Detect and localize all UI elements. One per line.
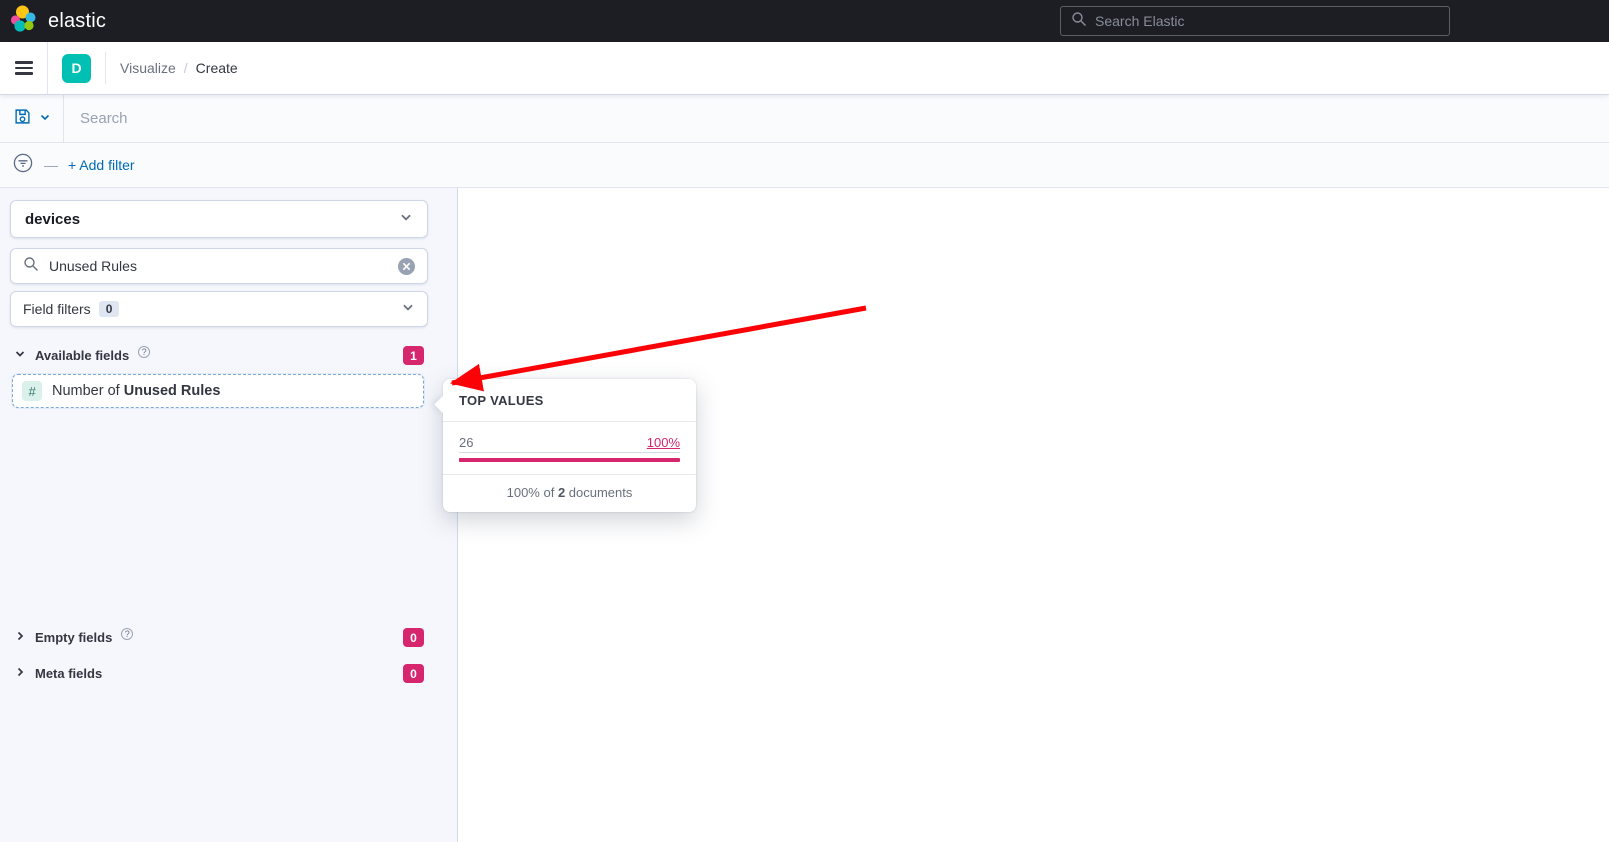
field-search-box[interactable] — [10, 248, 428, 284]
save-query-button[interactable] — [0, 95, 64, 142]
query-input-wrap — [64, 95, 1609, 142]
field-search-input[interactable] — [49, 258, 388, 274]
clear-search-icon[interactable] — [398, 258, 415, 275]
empty-fields-count-badge: 0 — [403, 628, 424, 647]
space-avatar[interactable]: D — [62, 54, 91, 83]
filter-circle-icon[interactable] — [12, 152, 34, 179]
add-filter-link[interactable]: + Add filter — [68, 157, 135, 173]
global-search-input[interactable] — [1095, 13, 1439, 29]
query-bar — [0, 95, 1609, 143]
meta-fields-label: Meta fields — [35, 666, 102, 681]
breadcrumb-create: Create — [196, 60, 238, 76]
chevron-down-icon — [39, 110, 51, 128]
workspace-panel — [458, 188, 1609, 842]
filter-dash: — — [44, 157, 58, 173]
global-search-box[interactable] — [1060, 6, 1450, 36]
nav-bar: D Visualize / Create — [0, 42, 1609, 95]
chevron-down-icon — [401, 300, 415, 319]
brand-label: elastic — [48, 10, 106, 33]
top-value-bar — [459, 458, 680, 462]
data-view-name: devices — [25, 211, 80, 228]
filter-bar: — + Add filter — [0, 143, 1609, 188]
available-fields-header[interactable]: Available fields ? 1 — [14, 346, 424, 365]
number-field-token-icon: # — [22, 381, 42, 401]
top-value[interactable]: 26 — [459, 435, 473, 450]
breadcrumb-separator: / — [184, 60, 188, 76]
chevron-down-icon — [14, 347, 26, 365]
breadcrumb: Visualize / Create — [105, 52, 238, 83]
info-icon: ? — [138, 346, 150, 358]
query-search-input[interactable] — [64, 95, 1609, 142]
field-filters-label: Field filters — [23, 301, 91, 317]
field-item-number-of-unused-rules[interactable]: # Number of Unused Rules — [12, 374, 424, 408]
empty-fields-header[interactable]: Empty fields ? 0 — [14, 628, 424, 647]
menu-button[interactable] — [0, 42, 48, 94]
search-icon — [23, 256, 39, 277]
elastic-brand[interactable]: elastic — [0, 4, 106, 39]
top-values-title: TOP VALUES — [443, 379, 696, 421]
chevron-down-icon — [399, 210, 413, 229]
meta-fields-count-badge: 0 — [403, 664, 424, 683]
field-filters-accordion[interactable]: Field filters 0 — [10, 291, 428, 327]
chevron-right-icon — [14, 629, 26, 647]
available-fields-count-badge: 1 — [403, 346, 424, 365]
info-icon: ? — [121, 628, 133, 640]
top-values-footer: 100% of 2 documents — [443, 475, 696, 512]
field-filters-count-badge: 0 — [99, 301, 120, 317]
breadcrumb-visualize[interactable]: Visualize — [120, 60, 176, 76]
top-values-body: 26 100% — [443, 422, 696, 474]
field-item-label: Number of Unused Rules — [52, 383, 220, 399]
top-value-percent: 100% — [647, 435, 680, 450]
empty-fields-label: Empty fields — [35, 630, 112, 645]
hamburger-icon — [15, 58, 33, 78]
available-fields-label: Available fields — [35, 348, 129, 363]
field-list-sidebar: devices Field filters 0 — [0, 188, 458, 842]
chevron-right-icon — [14, 665, 26, 683]
meta-fields-header[interactable]: Meta fields 0 — [14, 664, 424, 683]
top-values-popover: TOP VALUES 26 100% 100% of 2 documents — [443, 379, 696, 512]
global-header: elastic — [0, 0, 1609, 42]
data-view-picker[interactable]: devices — [10, 200, 428, 238]
search-icon — [1071, 11, 1087, 32]
elastic-logo-icon — [9, 4, 39, 39]
save-icon — [14, 108, 31, 130]
